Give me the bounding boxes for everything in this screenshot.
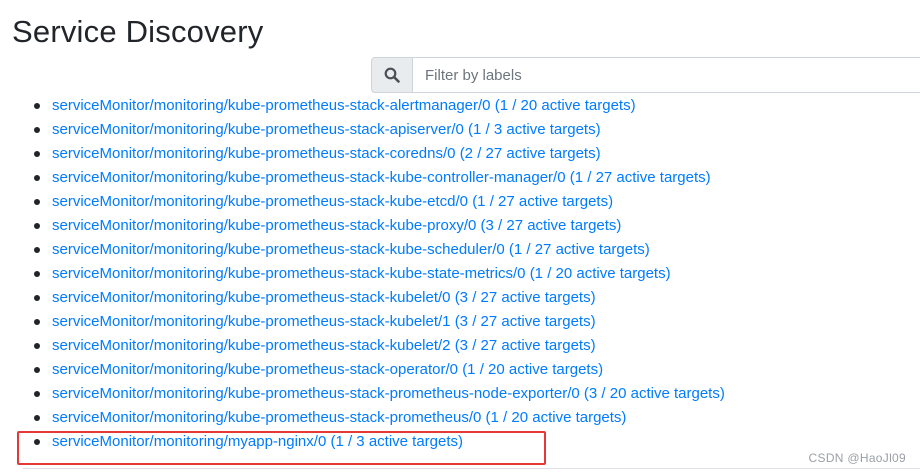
bullet bbox=[34, 175, 40, 181]
target-link-apiserver[interactable]: serviceMonitor/monitoring/kube-prometheu… bbox=[52, 121, 601, 138]
target-name: serviceMonitor/monitoring/kube-prometheu… bbox=[52, 385, 580, 402]
target-link-kubelet-0[interactable]: serviceMonitor/monitoring/kube-prometheu… bbox=[52, 289, 596, 306]
target-status: (1 / 27 active targets) bbox=[508, 241, 650, 258]
search-button[interactable] bbox=[371, 57, 413, 93]
list-item: serviceMonitor/monitoring/kube-prometheu… bbox=[28, 358, 725, 382]
target-link-kube-proxy[interactable]: serviceMonitor/monitoring/kube-prometheu… bbox=[52, 217, 621, 234]
list-item: serviceMonitor/monitoring/kube-prometheu… bbox=[28, 166, 725, 190]
service-monitor-list: serviceMonitor/monitoring/kube-prometheu… bbox=[28, 94, 725, 454]
target-name: serviceMonitor/monitoring/kube-prometheu… bbox=[52, 289, 451, 306]
list-item: serviceMonitor/monitoring/kube-prometheu… bbox=[28, 406, 725, 430]
target-status: (2 / 27 active targets) bbox=[459, 145, 601, 162]
list-item: serviceMonitor/monitoring/kube-prometheu… bbox=[28, 310, 725, 334]
target-status: (1 / 27 active targets) bbox=[569, 169, 711, 186]
target-link-kube-controller-manager[interactable]: serviceMonitor/monitoring/kube-prometheu… bbox=[52, 169, 711, 186]
list-item: serviceMonitor/monitoring/kube-prometheu… bbox=[28, 262, 725, 286]
target-name: serviceMonitor/monitoring/kube-prometheu… bbox=[52, 337, 451, 354]
target-link-coredns[interactable]: serviceMonitor/monitoring/kube-prometheu… bbox=[52, 145, 601, 162]
target-link-prometheus-node-exporter[interactable]: serviceMonitor/monitoring/kube-prometheu… bbox=[52, 385, 725, 402]
target-link-kube-etcd[interactable]: serviceMonitor/monitoring/kube-prometheu… bbox=[52, 193, 613, 210]
bullet bbox=[34, 223, 40, 229]
target-status: (3 / 27 active targets) bbox=[454, 289, 596, 306]
bullet bbox=[34, 199, 40, 205]
target-status: (1 / 20 active targets) bbox=[529, 265, 671, 282]
bullet bbox=[34, 271, 40, 277]
target-status: (1 / 3 active targets) bbox=[468, 121, 601, 138]
list-item: serviceMonitor/monitoring/kube-prometheu… bbox=[28, 190, 725, 214]
list-item: serviceMonitor/monitoring/kube-prometheu… bbox=[28, 238, 725, 262]
target-name: serviceMonitor/monitoring/kube-prometheu… bbox=[52, 265, 526, 282]
bullet bbox=[34, 343, 40, 349]
list-item: serviceMonitor/monitoring/kube-prometheu… bbox=[28, 118, 725, 142]
target-name: serviceMonitor/monitoring/kube-prometheu… bbox=[52, 121, 464, 138]
target-link-alertmanager[interactable]: serviceMonitor/monitoring/kube-prometheu… bbox=[52, 97, 636, 114]
page-title: Service Discovery bbox=[12, 14, 264, 49]
list-item: serviceMonitor/monitoring/kube-prometheu… bbox=[28, 286, 725, 310]
filter-search-group bbox=[371, 57, 920, 93]
target-link-myapp-nginx[interactable]: serviceMonitor/monitoring/myapp-nginx/0 … bbox=[52, 433, 463, 450]
bullet bbox=[34, 295, 40, 301]
target-link-kube-state-metrics[interactable]: serviceMonitor/monitoring/kube-prometheu… bbox=[52, 265, 671, 282]
target-status: (3 / 27 active targets) bbox=[454, 337, 596, 354]
target-name: serviceMonitor/monitoring/kube-prometheu… bbox=[52, 409, 482, 426]
target-status: (1 / 20 active targets) bbox=[485, 409, 627, 426]
search-icon bbox=[384, 67, 400, 83]
target-name: serviceMonitor/monitoring/kube-prometheu… bbox=[52, 313, 451, 330]
target-name: serviceMonitor/monitoring/kube-prometheu… bbox=[52, 145, 456, 162]
list-item: serviceMonitor/monitoring/kube-prometheu… bbox=[28, 94, 725, 118]
bullet bbox=[34, 103, 40, 109]
target-status: (1 / 27 active targets) bbox=[472, 193, 614, 210]
bullet bbox=[34, 391, 40, 397]
target-name: serviceMonitor/monitoring/kube-prometheu… bbox=[52, 361, 459, 378]
target-link-prometheus[interactable]: serviceMonitor/monitoring/kube-prometheu… bbox=[52, 409, 626, 426]
target-status: (1 / 3 active targets) bbox=[330, 433, 464, 450]
target-name: serviceMonitor/monitoring/myapp-nginx/0 bbox=[52, 433, 327, 450]
bullet bbox=[34, 415, 40, 421]
target-name: serviceMonitor/monitoring/kube-prometheu… bbox=[52, 241, 505, 258]
bullet bbox=[34, 127, 40, 133]
target-link-kube-scheduler[interactable]: serviceMonitor/monitoring/kube-prometheu… bbox=[52, 241, 650, 258]
target-status: (3 / 20 active targets) bbox=[583, 385, 725, 402]
list-item: serviceMonitor/monitoring/kube-prometheu… bbox=[28, 382, 725, 406]
bullet bbox=[34, 439, 40, 445]
target-link-operator[interactable]: serviceMonitor/monitoring/kube-prometheu… bbox=[52, 361, 603, 378]
list-item: serviceMonitor/monitoring/kube-prometheu… bbox=[28, 334, 725, 358]
bullet bbox=[34, 247, 40, 253]
target-name: serviceMonitor/monitoring/kube-prometheu… bbox=[52, 217, 477, 234]
divider bbox=[23, 468, 920, 469]
target-status: (3 / 27 active targets) bbox=[480, 217, 622, 234]
target-status: (1 / 20 active targets) bbox=[462, 361, 604, 378]
target-status: (3 / 27 active targets) bbox=[454, 313, 596, 330]
target-status: (1 / 20 active targets) bbox=[494, 97, 636, 114]
bullet bbox=[34, 151, 40, 157]
target-name: serviceMonitor/monitoring/kube-prometheu… bbox=[52, 193, 469, 210]
watermark: CSDN @HaoJl09 bbox=[808, 451, 906, 465]
list-item: serviceMonitor/monitoring/myapp-nginx/0 … bbox=[28, 430, 725, 454]
list-item: serviceMonitor/monitoring/kube-prometheu… bbox=[28, 142, 725, 166]
bullet bbox=[34, 319, 40, 325]
target-link-kubelet-2[interactable]: serviceMonitor/monitoring/kube-prometheu… bbox=[52, 337, 596, 354]
target-name: serviceMonitor/monitoring/kube-prometheu… bbox=[52, 97, 491, 114]
target-link-kubelet-1[interactable]: serviceMonitor/monitoring/kube-prometheu… bbox=[52, 313, 596, 330]
filter-input[interactable] bbox=[413, 57, 920, 93]
target-name: serviceMonitor/monitoring/kube-prometheu… bbox=[52, 169, 566, 186]
bullet bbox=[34, 367, 40, 373]
list-item: serviceMonitor/monitoring/kube-prometheu… bbox=[28, 214, 725, 238]
